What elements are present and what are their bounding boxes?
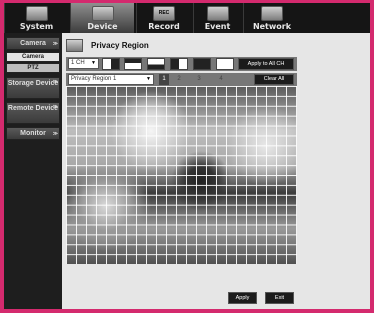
- privacy-region-icon: [66, 39, 83, 52]
- privacy-grid[interactable]: [66, 86, 297, 264]
- tab-network[interactable]: Network: [243, 3, 300, 33]
- app-window: System Device REC Record Event Network C…: [0, 0, 374, 313]
- expand-icon: ≫: [52, 79, 58, 85]
- apply-button[interactable]: Apply: [228, 292, 257, 304]
- region-number-1[interactable]: 1: [159, 74, 169, 85]
- region-select[interactable]: Privacy Region 1 ▼: [68, 74, 154, 85]
- monitor-icon: [25, 6, 48, 21]
- chevron-down-icon: ▼: [146, 76, 151, 82]
- region-number-3[interactable]: 3: [194, 74, 204, 85]
- region-number-4[interactable]: 4: [216, 74, 226, 85]
- exit-button[interactable]: Exit: [265, 292, 294, 304]
- pattern-button-3[interactable]: [147, 58, 165, 70]
- sidebar-item-monitor[interactable]: Monitor ≫: [6, 127, 60, 140]
- page-title: Privacy Region: [91, 41, 149, 50]
- record-icon: REC: [153, 6, 175, 21]
- sidebar-item-storage[interactable]: Storage Device ≫: [6, 77, 60, 99]
- network-icon: [261, 6, 283, 21]
- sidebar-subitem-ptz[interactable]: PTZ: [6, 63, 60, 73]
- apply-all-ch-button[interactable]: Apply to All CH: [238, 58, 294, 70]
- tab-record[interactable]: REC Record: [136, 3, 191, 33]
- sidebar: Camera ≫ Camera PTZ Storage Device ≫ Rem…: [4, 33, 62, 309]
- clear-all-button[interactable]: Clear All: [254, 74, 294, 85]
- camera-icon: [91, 6, 114, 21]
- channel-select[interactable]: 1 CH ▼: [68, 58, 99, 69]
- pattern-button-6[interactable]: [216, 58, 234, 70]
- sidebar-item-remote[interactable]: Remote Device ≫: [6, 102, 60, 124]
- top-menu-bar: System Device REC Record Event Network: [4, 3, 370, 33]
- chevron-down-icon: ▼: [91, 60, 96, 66]
- pattern-button-5[interactable]: [193, 58, 211, 70]
- main-panel: Privacy Region 1 CH ▼ Apply to All CH Pr…: [62, 33, 370, 309]
- tab-device[interactable]: Device: [70, 3, 134, 33]
- pattern-button-2[interactable]: [124, 58, 142, 70]
- expand-icon: ≫: [52, 41, 58, 47]
- region-toolbar: Privacy Region 1 ▼ 1 2 3 4 Clear All: [66, 73, 297, 86]
- pattern-button-1[interactable]: [102, 58, 120, 70]
- tab-event[interactable]: Event: [193, 3, 241, 33]
- sidebar-item-camera[interactable]: Camera ≫: [6, 37, 60, 50]
- event-icon: [206, 6, 229, 21]
- expand-icon: ≫: [52, 104, 58, 110]
- sidebar-subitem-camera[interactable]: Camera: [6, 52, 60, 62]
- channel-toolbar: 1 CH ▼ Apply to All CH: [66, 57, 297, 71]
- tab-system[interactable]: System: [4, 3, 68, 33]
- region-number-2[interactable]: 2: [174, 74, 184, 85]
- expand-icon: ≫: [52, 131, 58, 137]
- camera-preview[interactable]: [66, 86, 297, 264]
- pattern-button-4[interactable]: [170, 58, 188, 70]
